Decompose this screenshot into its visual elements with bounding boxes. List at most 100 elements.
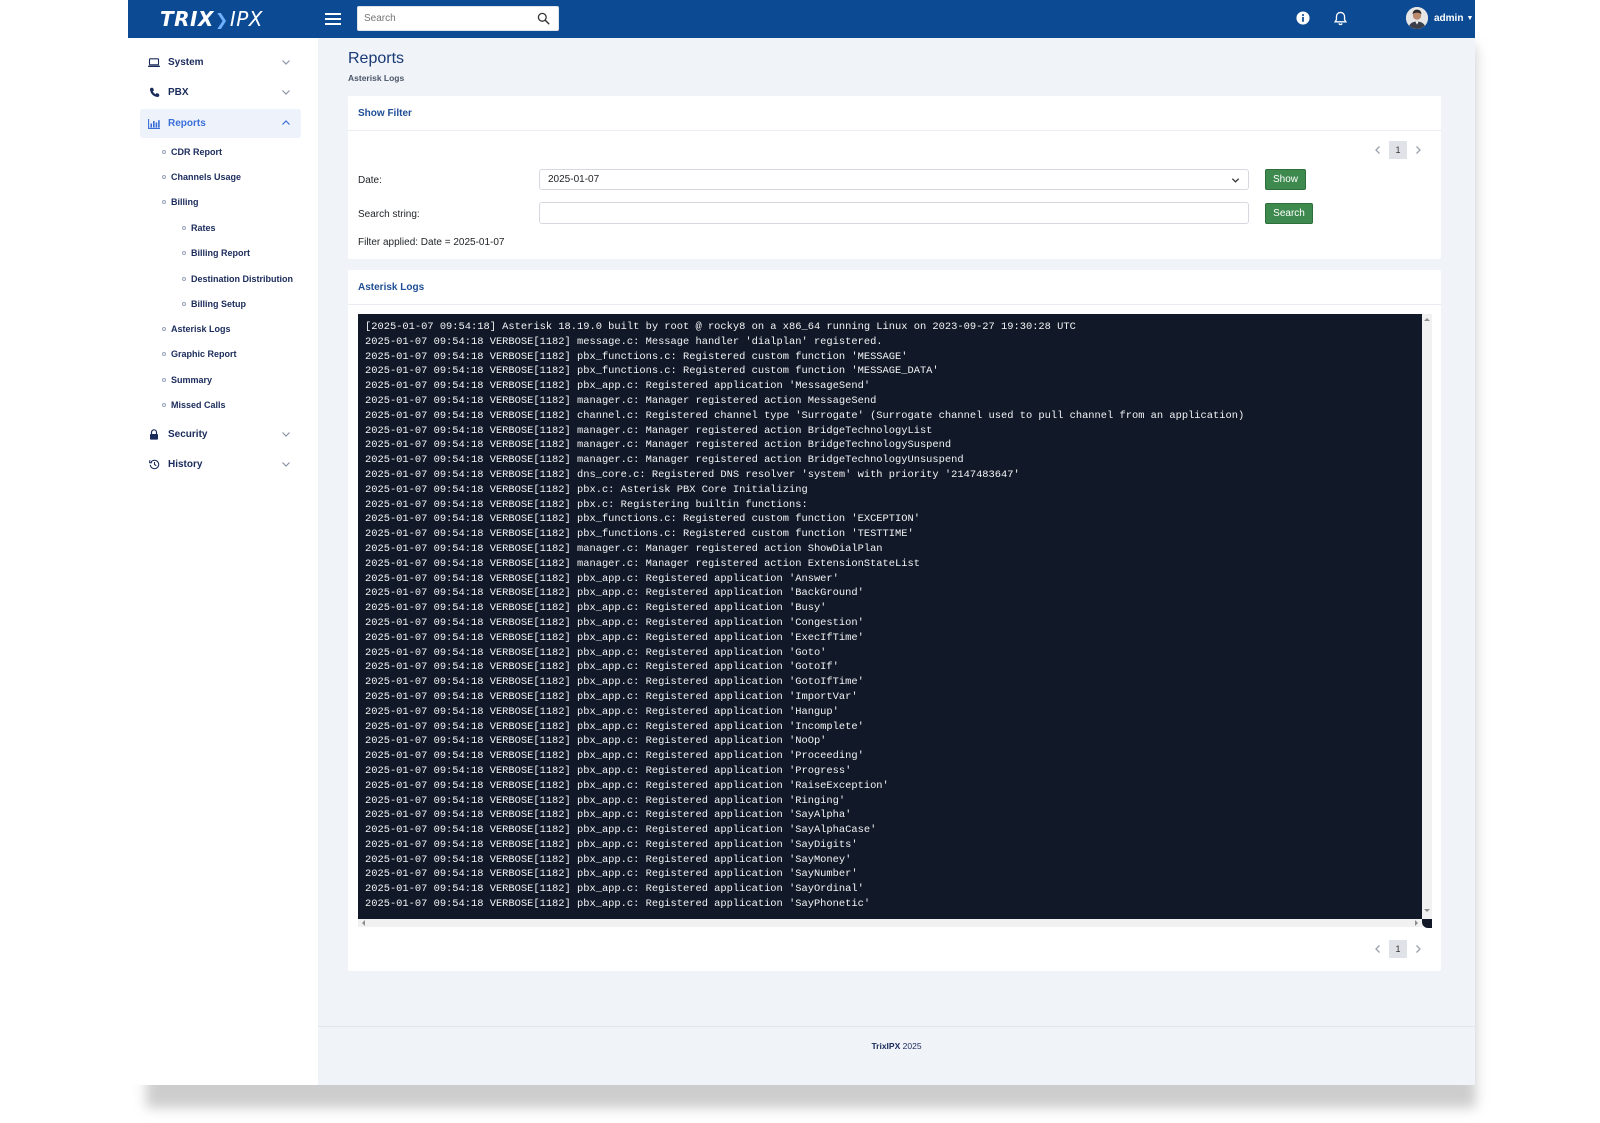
filter-card-header[interactable]: Show Filter [348, 96, 1441, 131]
chevron-down-icon [282, 90, 290, 95]
sidebar-item-security[interactable]: Security [140, 420, 301, 449]
filter-card: Show Filter 1 Date: 2025-01-07 Show Sear… [348, 96, 1441, 259]
bar-chart-icon [148, 118, 160, 130]
sidebar-sub-label: Summary [171, 375, 213, 385]
phone-icon [148, 87, 160, 99]
log-line: 2025-01-07 09:54:18 VERBOSE[1182] messag… [365, 335, 883, 348]
notification-bell-icon[interactable] [1333, 11, 1348, 26]
log-line: 2025-01-07 09:54:18 VERBOSE[1182] pbx.c:… [365, 483, 808, 496]
menu-toggle-icon[interactable] [325, 10, 341, 28]
sidebar-item-history[interactable]: History [140, 450, 301, 479]
log-line: 2025-01-07 09:54:18 VERBOSE[1182] pbx_fu… [365, 528, 914, 541]
sidebar-item-label: Reports [168, 118, 206, 129]
avatar [1406, 7, 1428, 29]
app-window: TRIX ❯ IPX Search admin ▼ System PBX Rep… [128, 0, 1475, 1085]
sidebar-sub-label: Destination Distribution [191, 274, 293, 284]
sidebar-sub-missed-calls[interactable]: Missed Calls [162, 400, 226, 410]
footer-year: 2025 [902, 1041, 922, 1051]
breadcrumb: Asterisk Logs [348, 73, 405, 83]
logo-chevron-icon: ❯ [214, 9, 229, 29]
log-line: 2025-01-07 09:54:18 VERBOSE[1182] manage… [365, 394, 877, 407]
date-label: Date: [358, 175, 382, 186]
chevron-left-icon[interactable] [1373, 145, 1383, 155]
top-navbar: TRIX ❯ IPX Search admin ▼ [128, 0, 1475, 38]
log-line: 2025-01-07 09:54:18 VERBOSE[1182] pbx_ap… [365, 838, 858, 851]
log-line: 2025-01-07 09:54:18 VERBOSE[1182] pbx_ap… [365, 750, 864, 763]
sidebar-sub-rates[interactable]: Rates [182, 223, 216, 233]
log-line: 2025-01-07 09:54:18 VERBOSE[1182] pbx_ap… [365, 824, 877, 837]
show-button[interactable]: Show [1265, 169, 1306, 190]
log-line: 2025-01-07 09:54:18 VERBOSE[1182] pbx_ap… [365, 676, 864, 689]
search-string-label: Search string: [358, 209, 420, 220]
caret-down-icon: ▼ [1466, 14, 1474, 22]
sidebar-sub-billing-report[interactable]: Billing Report [182, 248, 250, 258]
sidebar-sub-channels-usage[interactable]: Channels Usage [162, 172, 241, 182]
sidebar-sub-label: Missed Calls [171, 400, 226, 410]
log-line: 2025-01-07 09:54:18 VERBOSE[1182] pbx_ap… [365, 735, 827, 748]
chevron-right-icon[interactable] [1413, 944, 1423, 954]
sidebar-sub-asterisk-logs[interactable]: Asterisk Logs [162, 324, 231, 334]
sidebar-sub-label: Channels Usage [171, 172, 242, 182]
info-icon[interactable] [1296, 11, 1310, 25]
sidebar-item-label: History [168, 459, 203, 470]
log-line: 2025-01-07 09:54:18 VERBOSE[1182] pbx_ap… [365, 779, 889, 792]
asterisk-logs-card: Asterisk Logs [2025-01-07 09:54:18] Aste… [348, 270, 1441, 971]
log-line: 2025-01-07 09:54:18 VERBOSE[1182] pbx_ap… [365, 720, 864, 733]
global-search [357, 6, 559, 31]
chevron-down-icon [282, 60, 290, 65]
log-line: 2025-01-07 09:54:18 VERBOSE[1182] manage… [365, 424, 933, 437]
logs-card-title: Asterisk Logs [358, 281, 425, 293]
sidebar-item-label: PBX [168, 87, 189, 98]
chevron-left-icon[interactable] [1373, 944, 1383, 954]
page-title: Reports [348, 50, 405, 67]
log-line: 2025-01-07 09:54:18 VERBOSE[1182] pbx_ap… [365, 690, 858, 703]
sidebar-sub-label: Graphic Report [171, 349, 237, 359]
page-number-button[interactable]: 1 [1389, 940, 1407, 958]
log-line: 2025-01-07 09:54:18 VERBOSE[1182] pbx_ap… [365, 646, 827, 659]
log-line: 2025-01-07 09:54:18 VERBOSE[1182] pbx_ap… [365, 631, 864, 644]
sidebar-item-pbx[interactable]: PBX [140, 78, 301, 107]
sidebar-sub-billing-setup[interactable]: Billing Setup [182, 299, 246, 309]
footer: TrixIPX 2025 [318, 1026, 1475, 1085]
logo[interactable]: TRIX ❯ IPX [160, 6, 263, 32]
search-button[interactable]: Search [1265, 203, 1313, 224]
log-line: 2025-01-07 09:54:18 VERBOSE[1182] channe… [365, 409, 1245, 422]
log-line: 2025-01-07 09:54:18 VERBOSE[1182] pbx_ap… [365, 764, 852, 777]
date-select[interactable]: 2025-01-07 [539, 169, 1249, 190]
sidebar-sub-label: Asterisk Logs [171, 324, 231, 334]
log-line: 2025-01-07 09:54:18 VERBOSE[1182] manage… [365, 454, 964, 467]
log-line: 2025-01-07 09:54:18 VERBOSE[1182] pbx_ap… [365, 705, 839, 718]
sidebar-sub-cdr-report[interactable]: CDR Report [162, 147, 222, 157]
sidebar-sub-summary[interactable]: Summary [162, 375, 212, 385]
log-terminal[interactable]: [2025-01-07 09:54:18] Asterisk 18.19.0 b… [358, 314, 1422, 919]
chevron-right-icon[interactable] [1413, 145, 1423, 155]
log-line: 2025-01-07 09:54:18 VERBOSE[1182] pbx_ap… [365, 794, 846, 807]
log-line: 2025-01-07 09:54:18 VERBOSE[1182] pbx_ap… [365, 661, 839, 674]
sidebar-item-label: Security [168, 429, 208, 440]
log-line: 2025-01-07 09:54:18 VERBOSE[1182] pbx.c:… [365, 498, 808, 511]
sidebar-sub-destination-distribution[interactable]: Destination Distribution [182, 274, 293, 284]
filter-card-title: Show Filter [358, 107, 412, 119]
logo-ipx-text: IPX [229, 7, 263, 31]
vertical-scrollbar[interactable] [1422, 314, 1432, 926]
sidebar-item-system[interactable]: System [140, 48, 301, 77]
lock-icon [148, 429, 160, 441]
logo-trix-text: TRIX [160, 7, 214, 31]
global-search-input[interactable] [358, 7, 540, 29]
logs-card-header: Asterisk Logs [348, 270, 1441, 305]
page-number-button[interactable]: 1 [1389, 141, 1407, 159]
log-line: 2025-01-07 09:54:18 VERBOSE[1182] pbx_ap… [365, 853, 852, 866]
log-line: 2025-01-07 09:54:18 VERBOSE[1182] pbx_ap… [365, 380, 871, 393]
sidebar-item-label: System [168, 57, 204, 68]
search-string-input[interactable] [539, 202, 1249, 224]
user-menu[interactable]: admin ▼ [1406, 7, 1473, 29]
log-line: 2025-01-07 09:54:18 VERBOSE[1182] pbx_ap… [365, 868, 858, 881]
sidebar-item-reports[interactable]: Reports [140, 109, 301, 138]
sidebar: System PBX Reports CDR Report Channels U… [128, 38, 318, 1085]
horizontal-scrollbar[interactable] [358, 919, 1422, 927]
sidebar-sub-graphic-report[interactable]: Graphic Report [162, 349, 237, 359]
log-line: 2025-01-07 09:54:18 VERBOSE[1182] pbx_fu… [365, 350, 908, 363]
user-name: admin [1434, 12, 1464, 24]
sidebar-sub-billing[interactable]: Billing [162, 197, 199, 207]
search-icon[interactable] [537, 12, 550, 25]
